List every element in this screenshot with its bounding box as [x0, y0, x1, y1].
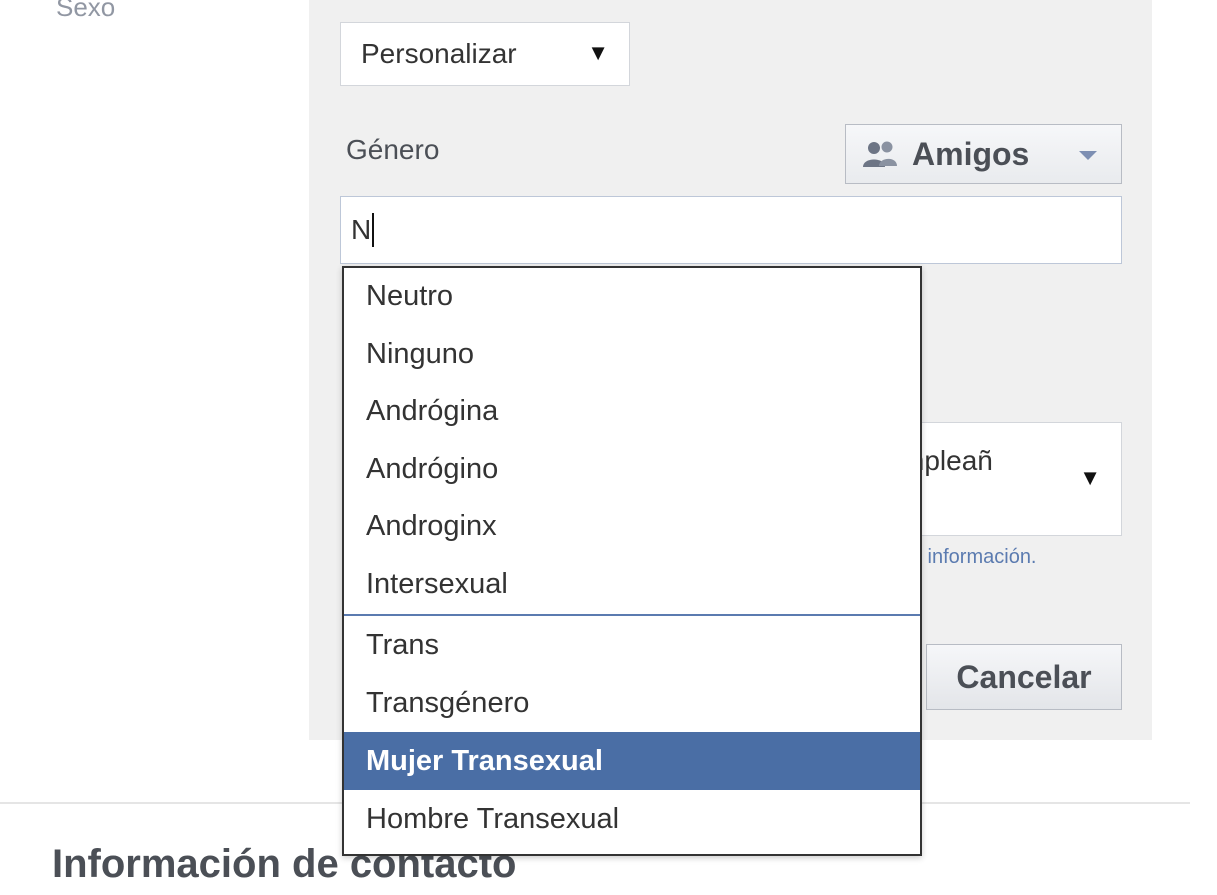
- suggestion-group: Trans Transgénero Mujer Transexual Hombr…: [344, 613, 920, 848]
- suggestion-hombre-transexual[interactable]: Hombre Transexual: [344, 790, 920, 848]
- suggestion-ninguno[interactable]: Ninguno: [344, 326, 920, 384]
- gender-label: Género: [346, 134, 440, 165]
- suggestion-transgenero[interactable]: Transgénero: [344, 674, 920, 732]
- suggestion-mujer-transexual[interactable]: Mujer Transexual: [344, 731, 920, 790]
- suggestion-trans[interactable]: Trans: [344, 616, 920, 674]
- suggestion-androgina[interactable]: Andrógina: [344, 383, 920, 441]
- audience-selector-button[interactable]: Amigos: [845, 124, 1122, 184]
- profile-edit-page: Sexo Personalizar ▼ Género Amigos N mple…: [0, 0, 1217, 895]
- sex-select[interactable]: Personalizar ▼: [340, 22, 630, 86]
- gender-input-value: N: [351, 214, 372, 245]
- suggestion-androgino[interactable]: Andrógino: [344, 441, 920, 499]
- friends-icon: [863, 141, 897, 167]
- gender-input[interactable]: N: [340, 196, 1122, 264]
- caret-down-icon: ▼: [1079, 465, 1101, 490]
- gender-suggestions-dropdown: Neutro Ninguno Andrógina Andrógino Andro…: [342, 266, 922, 856]
- caret-down-icon: ▼: [587, 40, 609, 65]
- cancel-button[interactable]: Cancelar: [926, 644, 1122, 710]
- audience-label: Amigos: [912, 135, 1030, 172]
- sex-label: Sexo: [56, 0, 116, 22]
- more-info-link[interactable]: s información.: [912, 546, 1037, 569]
- suggestion-group: Neutro Ninguno Andrógina Andrógino Andro…: [344, 268, 920, 614]
- suggestion-intersexual[interactable]: Intersexual: [344, 556, 920, 614]
- chevron-down-icon: [1079, 151, 1097, 160]
- suggestion-neutro[interactable]: Neutro: [344, 268, 920, 326]
- suggestion-androginx[interactable]: Androginx: [344, 498, 920, 556]
- text-cursor: [372, 213, 375, 247]
- sex-select-value: Personalizar: [361, 38, 517, 69]
